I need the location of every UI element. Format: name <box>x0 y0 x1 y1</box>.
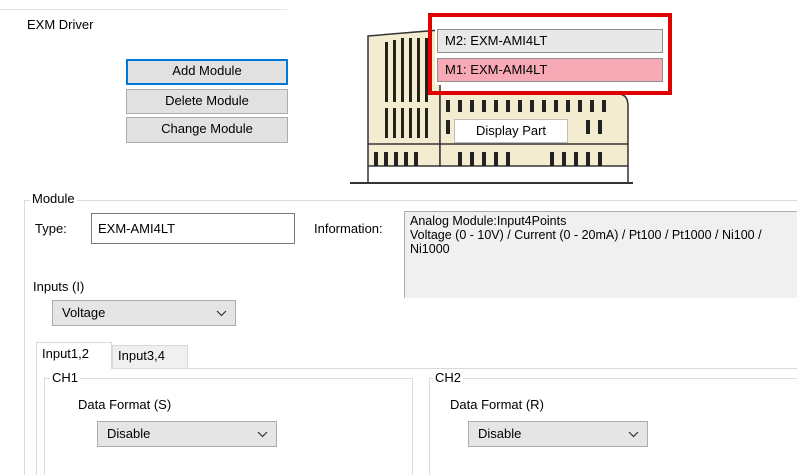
module-list-item-selected[interactable]: M1: EXM-AMI4LT <box>437 58 663 82</box>
tab-input-1-2[interactable]: Input1,2 <box>36 342 112 369</box>
display-part-label: Display Part <box>454 119 568 143</box>
inputs-label: Inputs (I) <box>33 279 85 294</box>
module-list-item[interactable]: M2: EXM-AMI4LT <box>437 29 663 53</box>
tab-input-3-4[interactable]: Input3,4 <box>112 345 188 369</box>
ch1-format-label: Data Format (S) <box>78 397 172 412</box>
type-field[interactable]: EXM-AMI4LT <box>91 213 295 244</box>
module-list[interactable]: M2: EXM-AMI4LT M1: EXM-AMI4LT <box>435 27 665 85</box>
type-label: Type: <box>35 221 67 236</box>
delete-module-button[interactable]: Delete Module <box>126 89 288 114</box>
chevron-down-icon <box>628 422 639 446</box>
information-text: Analog Module:Input4Points Voltage (0 - … <box>410 214 762 256</box>
top-separator <box>0 9 287 10</box>
ch1-title: CH1 <box>50 370 81 385</box>
inputs-dropdown-value: Voltage <box>62 305 106 320</box>
module-groupbox-title: Module <box>30 191 77 206</box>
ch2-title: CH2 <box>433 370 464 385</box>
information-label: Information: <box>314 221 383 236</box>
change-module-button[interactable]: Change Module <box>126 117 288 143</box>
chevron-down-icon <box>216 301 227 325</box>
driver-label: EXM Driver <box>27 17 94 32</box>
information-field: Analog Module:Input4Points Voltage (0 - … <box>404 211 797 298</box>
ch2-format-value: Disable <box>478 426 522 441</box>
ch1-format-dropdown[interactable]: Disable <box>97 421 277 447</box>
chevron-down-icon <box>257 422 268 446</box>
ch2-format-label: Data Format (R) <box>450 397 544 412</box>
ch1-format-value: Disable <box>107 426 151 441</box>
ch2-format-dropdown[interactable]: Disable <box>468 421 648 447</box>
inputs-dropdown[interactable]: Voltage <box>52 300 236 326</box>
add-module-button[interactable]: Add Module <box>126 59 288 85</box>
